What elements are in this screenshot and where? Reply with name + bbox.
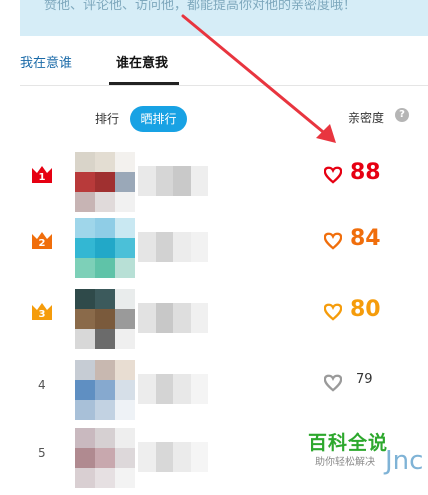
heart-icon [324,303,342,321]
tab-who-i-care[interactable]: 我在意谁 [20,52,72,71]
nickname-blurred[interactable] [138,442,208,472]
show-rank-button[interactable]: 晒排行 [130,106,187,132]
avatar[interactable] [75,152,135,212]
list-item[interactable]: 1 88 [0,152,428,222]
avatar[interactable] [75,218,135,278]
intimacy-score: 79 [356,372,373,387]
list-item[interactable]: 4 79 [0,360,428,430]
intimacy-score: 84 [350,226,381,251]
rank-number: 3 [38,309,46,320]
watermark-logo: Jnc [385,446,424,476]
avatar[interactable] [75,289,135,349]
avatar[interactable] [75,428,135,488]
active-tab-underline [109,82,179,85]
intimacy-label: 亲密度 [348,111,385,125]
list-item[interactable]: 2 84 [0,218,428,288]
tab-bar: 我在意谁 谁在意我 [20,44,428,86]
hint-banner-text: 赞他、评论他、访问他，都能提高你对他的亲密度哦！ [44,0,357,13]
rank-number: 2 [38,238,46,249]
watermark-title: 百科全说 [308,432,389,454]
intimacy-score: 88 [350,160,381,185]
nickname-blurred[interactable] [138,374,208,404]
sort-row: 排行 晒排行 亲密度 ? [0,104,428,132]
heart-icon [324,232,342,250]
help-icon[interactable]: ? [395,108,409,122]
nickname-blurred[interactable] [138,303,208,333]
heart-icon [324,166,342,184]
rank-number: 4 [38,378,46,392]
nickname-blurred[interactable] [138,232,208,262]
heart-icon [324,374,342,392]
rank-number: 1 [38,172,46,183]
nickname-blurred[interactable] [138,166,208,196]
tab-who-cares-me[interactable]: 谁在意我 [116,52,168,71]
avatar[interactable] [75,360,135,420]
rank-button[interactable]: 排行 [95,110,119,127]
list-item[interactable]: 3 80 [0,289,428,359]
hint-banner: 赞他、评论他、访问他，都能提高你对他的亲密度哦！ [20,0,428,36]
watermark-subtitle: 助你轻松解决 [315,457,375,468]
rank-number: 5 [38,446,46,460]
intimacy-score: 80 [350,297,381,322]
